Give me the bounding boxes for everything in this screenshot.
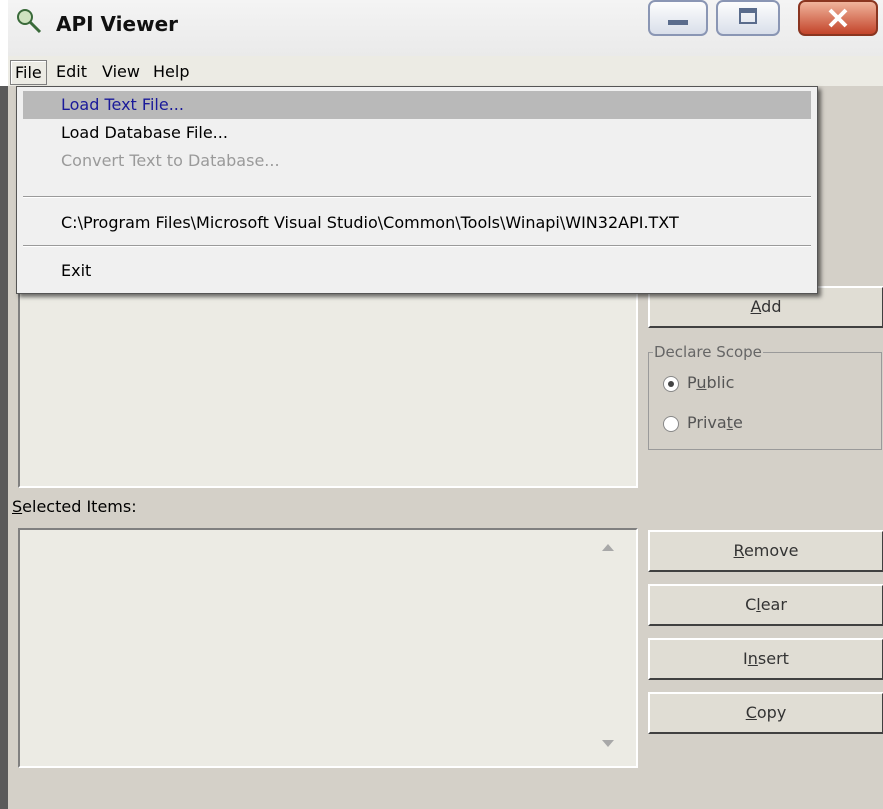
private-label[interactable]: Private (687, 413, 743, 432)
menu-exit[interactable]: Exit (23, 257, 811, 285)
clear-button-label-after: ear (760, 595, 787, 614)
copy-button-label-key: C (745, 703, 757, 722)
insert-button[interactable]: Insert (648, 638, 883, 680)
menu-recent-file[interactable]: C:\Program Files\Microsoft Visual Studio… (23, 209, 811, 237)
remove-button-label-after: emove (743, 541, 799, 560)
private-label-after: e (732, 413, 743, 432)
public-radio[interactable] (663, 376, 679, 392)
maximize-button[interactable] (716, 0, 780, 36)
menu-load-text-file[interactable]: Load Text File... (23, 91, 811, 119)
scroll-down-icon[interactable] (602, 740, 614, 747)
menu-separator (23, 245, 811, 247)
left-edge (0, 86, 8, 809)
public-label-after: blic (706, 373, 735, 392)
add-button-label-key: A (750, 297, 762, 316)
menu-edit[interactable]: Edit (52, 60, 91, 83)
api-viewer-window: API Viewer File Edit View Help Add Decla… (8, 0, 883, 809)
app-icon (17, 9, 42, 34)
insert-button-label-key: n (747, 649, 758, 668)
selected-items-key: S (12, 497, 23, 516)
menu-view[interactable]: View (98, 60, 144, 83)
menu-convert-text-to-database: Convert Text to Database... (61, 151, 280, 170)
minimize-button[interactable] (648, 0, 708, 36)
menu-help[interactable]: Help (149, 60, 193, 83)
public-label[interactable]: Public (687, 373, 734, 392)
menu-bar: File Edit View Help (8, 56, 883, 86)
file-menu-dropdown: Load Text File... Load Database File... … (16, 86, 818, 294)
close-button[interactable] (798, 0, 878, 36)
insert-button-label-after: sert (757, 649, 789, 668)
title-bar[interactable]: API Viewer (8, 0, 883, 56)
minimize-icon (668, 20, 688, 25)
clear-button[interactable]: Clear (648, 584, 883, 626)
public-label-before: P (687, 373, 697, 392)
close-icon (828, 8, 848, 28)
remove-button[interactable]: Remove (648, 530, 883, 572)
private-radio[interactable] (663, 416, 679, 432)
window-title: API Viewer (56, 12, 178, 36)
declare-scope-group: Declare Scope Public Private (648, 343, 882, 450)
maximize-icon (739, 8, 757, 24)
copy-button-label-after: opy (756, 703, 787, 722)
add-button-label-after: dd (761, 297, 782, 316)
selected-items-text: elected Items: (22, 497, 137, 516)
menu-separator (23, 196, 811, 198)
selected-items-list[interactable] (18, 528, 638, 768)
selected-items-label: Selected Items: (12, 497, 137, 516)
private-label-before: Priva (687, 413, 727, 432)
menu-load-database-file[interactable]: Load Database File... (23, 119, 811, 147)
scroll-up-icon[interactable] (602, 544, 614, 551)
available-items-list[interactable] (18, 292, 638, 488)
copy-button[interactable]: Copy (648, 692, 883, 734)
remove-button-label-key: R (733, 541, 744, 560)
menu-file[interactable]: File (10, 60, 47, 85)
declare-scope-label: Declare Scope (653, 343, 763, 361)
clear-button-label-before: C (745, 595, 757, 614)
public-label-key: u (696, 373, 707, 392)
selected-dot-icon (668, 381, 674, 387)
